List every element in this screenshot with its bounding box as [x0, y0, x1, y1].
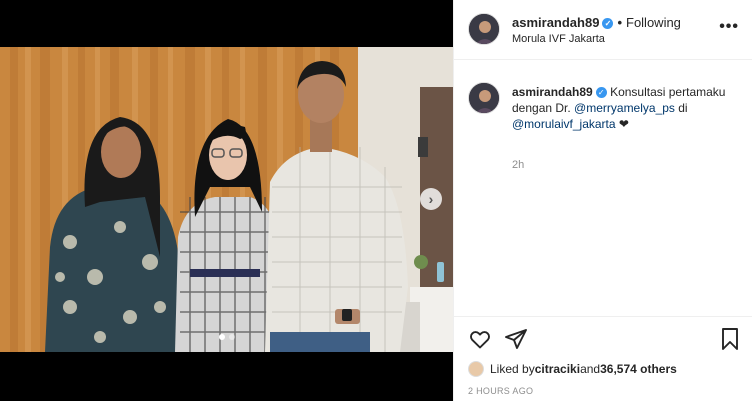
- comments-area: asmirandah89 ✓ Konsultasi pertamaku denga…: [454, 60, 752, 315]
- save-button[interactable]: [719, 327, 741, 356]
- heart-emoji: ❤: [618, 117, 629, 131]
- photo-illustration: [0, 47, 453, 352]
- avatar-image: [469, 14, 499, 44]
- mention-link[interactable]: @morulaivf_jakarta: [512, 117, 616, 131]
- like-button[interactable]: [468, 327, 492, 356]
- post-caption: asmirandah89 ✓ Konsultasi pertamaku denga…: [512, 84, 738, 132]
- author-line: asmirandah89 ✓ • Following: [512, 15, 681, 30]
- post-timestamp[interactable]: 2 HOURS AGO: [468, 386, 533, 396]
- likes-prefix: Liked by: [490, 362, 535, 376]
- carousel-indicator: [0, 334, 453, 340]
- bookmark-icon: [722, 328, 738, 350]
- caption-text-middle: di: [674, 101, 688, 115]
- avatar-image: [469, 83, 499, 113]
- carousel-dot-active: [218, 334, 225, 340]
- location-link[interactable]: Morula IVF Jakarta: [512, 33, 605, 45]
- likes-middle: and: [580, 362, 601, 376]
- author-username[interactable]: asmirandah89: [512, 15, 599, 30]
- likes-summary: Liked by citraciki and 36,574 others: [468, 359, 677, 379]
- carousel-dot: [228, 334, 235, 340]
- liker-username[interactable]: citraciki: [535, 362, 580, 376]
- send-icon: [505, 329, 527, 349]
- verified-badge-icon: ✓: [602, 18, 614, 29]
- post-media-panel: ›: [0, 0, 453, 401]
- caption-username[interactable]: asmirandah89: [512, 85, 593, 99]
- mention-link[interactable]: @merryamelya_ps: [574, 101, 675, 115]
- more-options-icon[interactable]: •••: [719, 18, 739, 36]
- post-header: asmirandah89 ✓ • Following Morula IVF Jakar…: [454, 0, 752, 60]
- post-actions: [454, 316, 752, 362]
- following-button[interactable]: Following: [626, 15, 681, 30]
- post-photo[interactable]: [0, 47, 453, 352]
- separator-dot: •: [617, 15, 622, 30]
- author-avatar[interactable]: [468, 13, 500, 45]
- share-button[interactable]: [504, 327, 528, 356]
- likes-count[interactable]: 36,574 others: [600, 362, 677, 376]
- post-details-panel: asmirandah89 ✓ • Following Morula IVF Jakar…: [453, 0, 752, 401]
- heart-icon: [470, 331, 490, 349]
- caption-timestamp[interactable]: 2h: [512, 159, 524, 171]
- chevron-right-icon: ›: [428, 191, 434, 207]
- liker-avatar[interactable]: [468, 361, 484, 377]
- verified-badge-icon: ✓: [595, 87, 607, 98]
- caption-author-avatar[interactable]: [468, 82, 500, 114]
- carousel-next-button[interactable]: ›: [420, 188, 442, 210]
